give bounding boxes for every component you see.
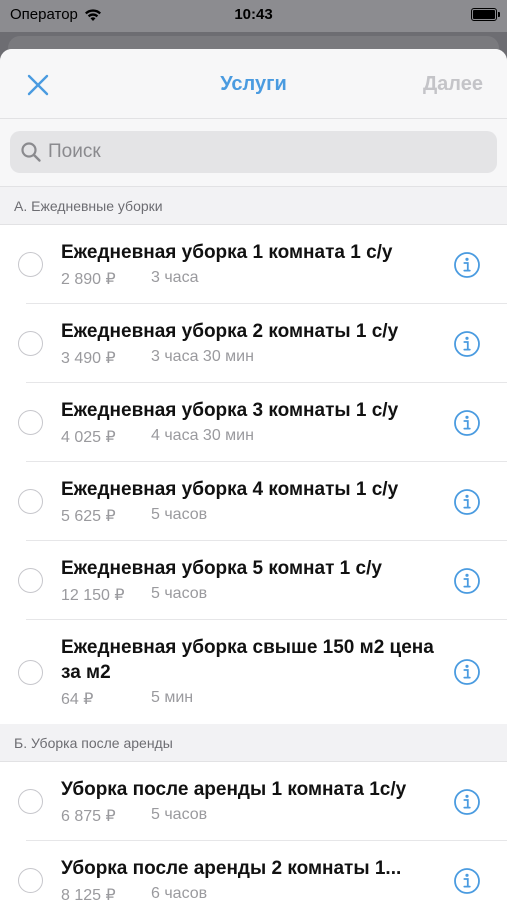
service-price: 6 875 ₽ [61, 808, 116, 825]
select-radio[interactable] [18, 789, 43, 814]
status-bar: Оператор 10:43 [0, 0, 507, 32]
service-text: Ежедневная уборка 1 комната 1 с/у 2 890 ₽… [61, 240, 453, 289]
service-text: Ежедневная уборка свыше 150 м2 цена за м… [61, 635, 453, 709]
select-radio[interactable] [18, 868, 43, 893]
service-text: Уборка после аренды 2 комнаты 1... 8 125 … [61, 856, 453, 900]
info-icon[interactable] [453, 867, 481, 895]
select-radio[interactable] [18, 331, 43, 356]
service-duration: 3 часа 30 мин [151, 348, 254, 365]
next-button[interactable]: Далее [423, 73, 483, 96]
service-row[interactable]: Уборка после аренды 1 комната 1с/у 6 875 … [0, 762, 507, 841]
nav-bar: Услуги Далее [0, 49, 507, 119]
service-duration: 6 часов [151, 885, 208, 900]
service-row[interactable]: Ежедневная уборка 4 комнаты 1 с/у 5 625 ₽… [0, 462, 507, 541]
service-text: Ежедневная уборка 5 комнат 1 с/у 12 150 ₽… [61, 556, 453, 605]
battery-icon [471, 8, 500, 21]
service-meta: 5 625 ₽ 5 часов [61, 506, 453, 526]
info-icon[interactable] [453, 251, 481, 279]
service-duration: 5 мин [151, 689, 194, 706]
select-radio[interactable] [18, 410, 43, 435]
search-input[interactable] [48, 141, 468, 163]
service-text: Ежедневная уборка 2 комнаты 1 с/у 3 490 ₽… [61, 319, 453, 368]
service-title: Ежедневная уборка 4 комнаты 1 с/у [61, 479, 399, 500]
service-duration: 4 часа 30 мин [151, 427, 254, 444]
service-price: 2 890 ₽ [61, 271, 116, 288]
service-title: Уборка после аренды 1 комната 1с/у [61, 779, 407, 800]
service-price: 8 125 ₽ [61, 887, 116, 900]
service-meta: 3 490 ₽ 3 часа 30 мин [61, 348, 453, 368]
section-header: А. Ежедневные уборки [0, 187, 507, 225]
search-bar [0, 119, 507, 187]
service-meta: 2 890 ₽ 3 часа [61, 269, 453, 289]
service-price: 5 625 ₽ [61, 508, 116, 525]
service-meta: 4 025 ₽ 4 часа 30 мин [61, 427, 453, 447]
service-meta: 8 125 ₽ 6 часов [61, 885, 453, 900]
service-duration: 5 часов [151, 585, 208, 602]
service-text: Ежедневная уборка 3 комнаты 1 с/у 4 025 ₽… [61, 398, 453, 447]
service-row[interactable]: Уборка после аренды 2 комнаты 1... 8 125 … [0, 841, 507, 900]
service-row[interactable]: Ежедневная уборка 5 комнат 1 с/у 12 150 ₽… [0, 541, 507, 620]
info-icon[interactable] [453, 788, 481, 816]
service-title: Ежедневная уборка 5 комнат 1 с/у [61, 558, 382, 579]
info-icon[interactable] [453, 658, 481, 686]
status-time: 10:43 [234, 6, 273, 23]
services-list: А. Ежедневные уборки Ежедневная уборка 1 … [0, 187, 507, 900]
select-radio[interactable] [18, 252, 43, 277]
service-row[interactable]: Ежедневная уборка свыше 150 м2 цена за м… [0, 620, 507, 724]
service-title: Ежедневная уборка 2 комнаты 1 с/у [61, 321, 399, 342]
service-text: Уборка после аренды 1 комната 1с/у 6 875 … [61, 777, 453, 826]
section-header: Б. Уборка после аренды [0, 724, 507, 762]
select-radio[interactable] [18, 659, 43, 685]
search-field[interactable] [10, 131, 497, 173]
service-meta: 64 ₽ 5 мин [61, 689, 453, 709]
service-price: 64 ₽ [61, 691, 94, 708]
service-title: Уборка после аренды 2 комнаты 1... [61, 858, 402, 879]
service-duration: 5 часов [151, 506, 208, 523]
service-price: 4 025 ₽ [61, 429, 116, 446]
search-icon [21, 142, 41, 162]
select-radio[interactable] [18, 568, 43, 593]
service-title: Ежедневная уборка 1 комната 1 с/у [61, 242, 393, 263]
service-meta: 6 875 ₽ 5 часов [61, 806, 453, 826]
info-icon[interactable] [453, 330, 481, 358]
service-row[interactable]: Ежедневная уборка 2 комнаты 1 с/у 3 490 ₽… [0, 304, 507, 383]
info-icon[interactable] [453, 409, 481, 437]
service-title: Ежедневная уборка 3 комнаты 1 с/у [61, 400, 399, 421]
service-price: 3 490 ₽ [61, 350, 116, 367]
service-price: 12 150 ₽ [61, 587, 125, 604]
service-duration: 3 часа [151, 269, 199, 286]
service-row[interactable]: Ежедневная уборка 3 комнаты 1 с/у 4 025 ₽… [0, 383, 507, 462]
services-sheet: Услуги Далее А. Ежедневные уборки Ежеднев… [0, 49, 507, 900]
service-row[interactable]: Ежедневная уборка 1 комната 1 с/у 2 890 ₽… [0, 225, 507, 304]
service-title: Ежедневная уборка свыше 150 м2 цена за м… [61, 637, 434, 683]
select-radio[interactable] [18, 489, 43, 514]
service-duration: 5 часов [151, 806, 208, 823]
service-meta: 12 150 ₽ 5 часов [61, 585, 453, 605]
info-icon[interactable] [453, 488, 481, 516]
service-text: Ежедневная уборка 4 комнаты 1 с/у 5 625 ₽… [61, 477, 453, 526]
info-icon[interactable] [453, 567, 481, 595]
